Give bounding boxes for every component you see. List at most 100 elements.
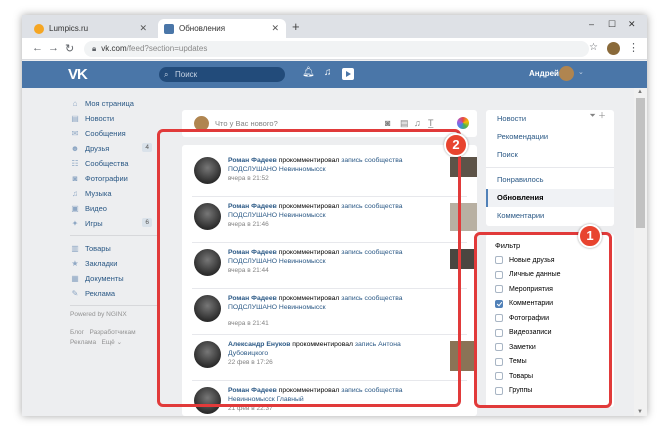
sidebar-item[interactable]: ▥ Товары (70, 241, 160, 256)
highlight-filter-box (474, 232, 612, 408)
annotation-badge-1: 1 (578, 224, 602, 248)
video-icon: ▣ (71, 204, 79, 213)
sidebar-item-label: Документы (85, 274, 124, 283)
scroll-up-icon[interactable]: ▲ (637, 89, 643, 95)
sidebar-item-label: Игры (85, 219, 103, 228)
messages-icon: ✉ (71, 129, 79, 138)
footer-link-developers[interactable]: Разработчикам (89, 329, 135, 336)
right-menu: ⏷ ＋ Новости Рекомендации Поиск Понравилось… (486, 110, 614, 226)
footer-links: Блог Разработчикам Реклама Ещё ⌄ (70, 328, 160, 348)
scrollbar[interactable]: ▲ ▼ (634, 88, 647, 416)
sidebar-item[interactable]: ▣ Видео (70, 201, 160, 216)
right-menu-item[interactable]: Рекомендации (486, 128, 614, 146)
tab-lumpics[interactable]: Lumpics.ru ✕ (28, 19, 154, 38)
chevron-down-icon[interactable]: ⌄ (578, 68, 584, 76)
powered-by: Powered by NGINX (70, 311, 127, 318)
tab-strip: Lumpics.ru ✕ Обновления ✕ + – ☐ ✕ (22, 15, 647, 38)
url-input[interactable]: 🔒︎ vk.com/feed?section=updates (84, 41, 589, 57)
photos-icon: ◙ (72, 174, 78, 183)
news-icon: ▤ (71, 114, 79, 123)
annotation-badge-2: 2 (444, 133, 468, 157)
documents-icon: ▦ (71, 274, 79, 283)
tab-title: Обновления (179, 24, 226, 33)
right-menu-item[interactable]: Обновления (486, 189, 614, 207)
left-sidebar: ⌂ Моя страница ▤ Новости ✉ Сообщения ☻ Друзья 4 ☷… (70, 96, 160, 348)
vk-header: VK ⌕ Поиск 🔔︎ ♫ Андрей ⌄ (22, 61, 647, 88)
vk-logo[interactable]: VK (68, 66, 88, 83)
avatar[interactable] (559, 66, 574, 81)
camera-icon[interactable]: ◙ (385, 118, 390, 128)
music-icon[interactable]: ♫ (414, 118, 421, 128)
sidebar-item[interactable]: ✦ Игры 6 (70, 216, 160, 231)
sidebar-item-label: Товары (85, 244, 111, 253)
divider (70, 305, 160, 306)
menu-kebab-icon[interactable]: ⋮ (628, 41, 639, 54)
bookmark-star-icon[interactable]: ☆ (589, 42, 598, 53)
footer-link-blog[interactable]: Блог (70, 329, 84, 336)
footer-link-ads[interactable]: Реклама (70, 339, 96, 346)
sidebar-item[interactable]: ✉ Сообщения (70, 126, 160, 141)
video-icon[interactable]: ▤ (400, 118, 409, 129)
games-icon: ✦ (71, 219, 79, 228)
url-host: vk.com (101, 44, 127, 53)
sidebar-item-label: Видео (85, 204, 107, 213)
sidebar-item-label: Сообщества (85, 159, 129, 168)
sidebar-item-label: Сообщения (85, 129, 126, 138)
sidebar-item[interactable]: ▤ Новости (70, 111, 160, 126)
music-icon[interactable]: ♫ (324, 67, 332, 78)
sidebar-item[interactable]: ☻ Друзья 4 (70, 141, 160, 156)
right-menu-item[interactable]: Комментарии (486, 207, 614, 225)
sidebar-item-label: Музыка (85, 189, 112, 198)
reload-icon[interactable]: ↻ (65, 42, 74, 55)
browser-window: Lumpics.ru ✕ Обновления ✕ + – ☐ ✕ ← → ↻ … (22, 15, 647, 416)
vk-favicon-icon (164, 23, 174, 34)
close-window-button[interactable]: ✕ (628, 19, 636, 30)
tab-title: Lumpics.ru (49, 24, 89, 33)
goods-icon: ▥ (71, 244, 79, 253)
compose-placeholder[interactable]: Что у Вас нового? (215, 119, 278, 128)
sidebar-item[interactable]: ★ Закладки (70, 256, 160, 271)
divider (70, 235, 160, 236)
user-name[interactable]: Андрей (529, 69, 559, 78)
highlight-feed-box (157, 129, 461, 407)
maximize-button[interactable]: ☐ (608, 19, 616, 30)
lumpics-favicon-icon (34, 23, 44, 34)
article-icon[interactable]: T̲ (428, 118, 434, 128)
back-arrow-icon[interactable]: ← (32, 42, 43, 54)
sidebar-item[interactable]: ☷ Сообщества (70, 156, 160, 171)
sidebar-item[interactable]: ♫ Музыка (70, 186, 160, 201)
sidebar-item[interactable]: ⌂ Моя страница (70, 96, 160, 111)
address-bar: ← → ↻ 🔒︎ vk.com/feed?section=updates ☆ ⋮ (22, 38, 647, 60)
sidebar-item[interactable]: ▦ Документы (70, 271, 160, 286)
close-tab-icon[interactable]: ✕ (271, 23, 279, 34)
right-menu-item[interactable]: Новости (486, 110, 614, 128)
minimize-button[interactable]: – (589, 19, 594, 29)
count-badge: 6 (142, 218, 152, 227)
music-icon: ♫ (72, 189, 78, 198)
scrollbar-thumb[interactable] (636, 98, 645, 228)
search-input[interactable]: ⌕ Поиск (159, 67, 285, 82)
tab-updates[interactable]: Обновления ✕ (158, 19, 286, 38)
story-ring-icon[interactable] (457, 117, 469, 129)
sidebar-item-label: Новости (85, 114, 115, 123)
bookmarks-icon: ★ (71, 259, 79, 268)
forward-arrow-icon[interactable]: → (48, 42, 59, 54)
divider (486, 167, 614, 168)
notifications-bell-icon[interactable]: 🔔︎ (302, 67, 315, 78)
friends-icon: ☻ (70, 144, 80, 153)
sidebar-item[interactable]: ◙ Фотографии (70, 171, 160, 186)
scroll-down-icon[interactable]: ▼ (637, 409, 643, 415)
right-menu-item[interactable]: Поиск (486, 146, 614, 164)
play-icon[interactable] (342, 68, 354, 80)
home-icon: ⌂ (72, 99, 78, 108)
groups-icon: ☷ (71, 159, 79, 168)
ads-icon: ✎ (71, 289, 79, 298)
footer-link-more[interactable]: Ещё ⌄ (102, 339, 123, 346)
new-tab-button[interactable]: + (292, 19, 300, 34)
right-menu-item[interactable]: Понравилось (486, 171, 614, 189)
count-badge: 4 (142, 143, 152, 152)
extension-icon[interactable] (607, 42, 620, 55)
sidebar-item[interactable]: ✎ Реклама (70, 286, 160, 301)
close-tab-icon[interactable]: ✕ (139, 23, 147, 34)
sidebar-item-label: Моя страница (85, 99, 134, 108)
